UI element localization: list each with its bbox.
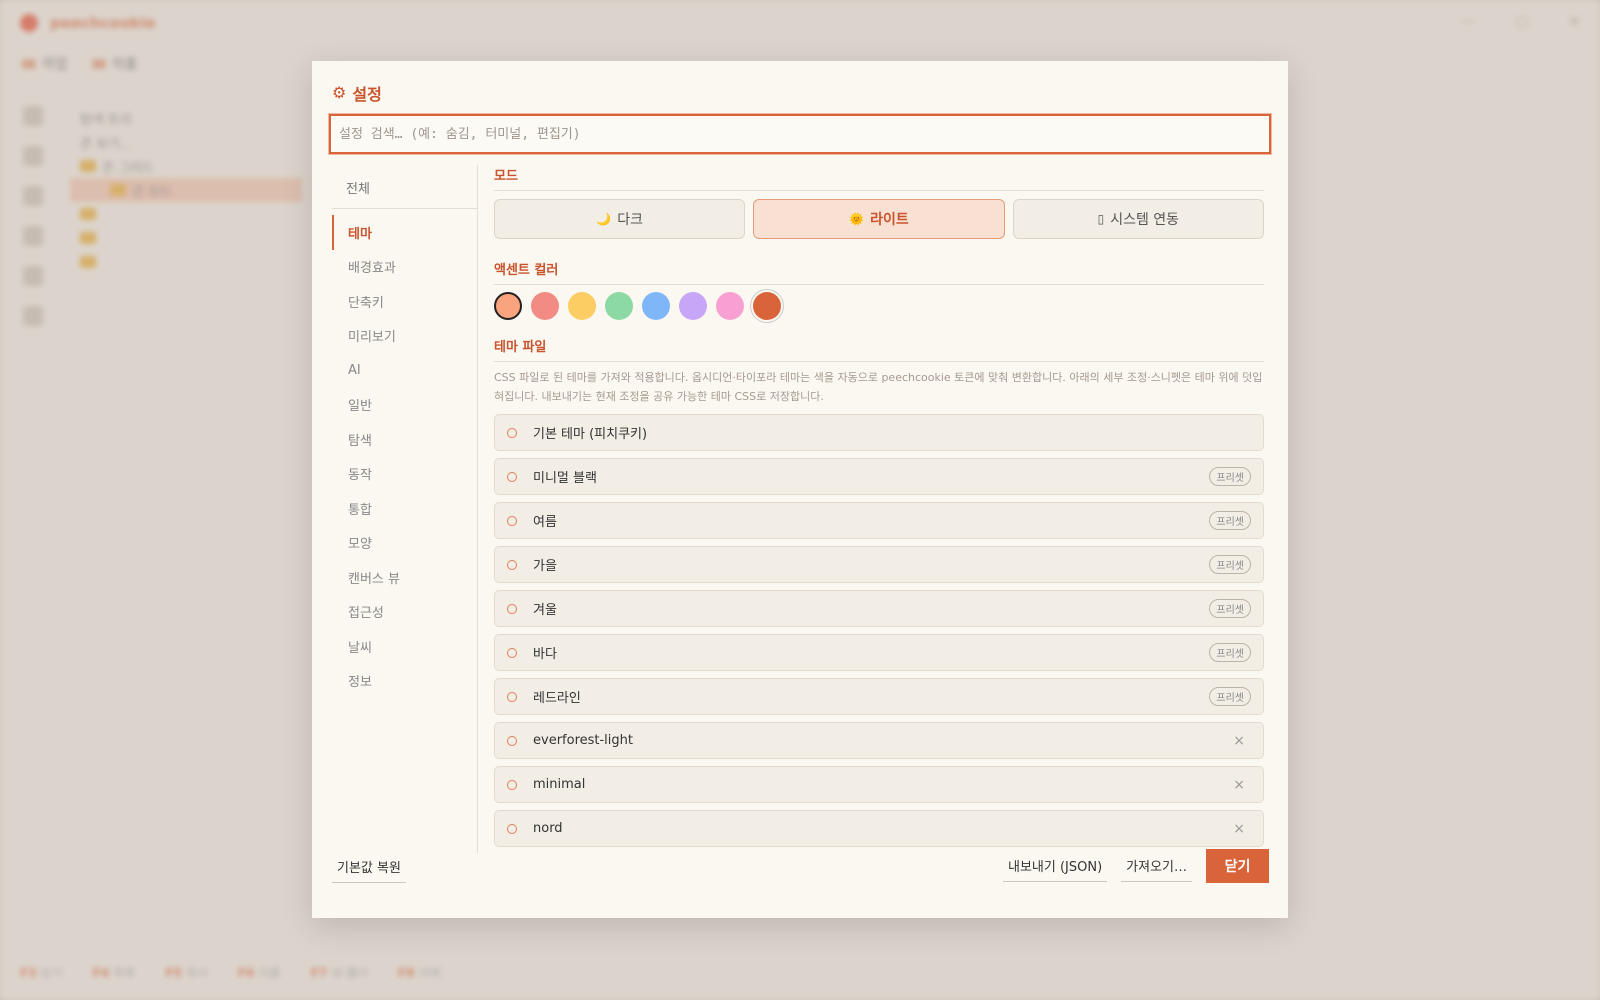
theme-name: 겨울 bbox=[533, 603, 557, 618]
mode-button[interactable]: ▯ 시스템 연동 bbox=[1012, 199, 1264, 239]
nav-divider bbox=[477, 165, 478, 853]
preset-badge: 프리셋 bbox=[1209, 687, 1251, 706]
preset-badge: 프리셋 bbox=[1209, 643, 1251, 662]
theme-item[interactable]: 기본 테마 (피치쿠키) bbox=[494, 414, 1264, 451]
nav-item[interactable]: 미리보기 bbox=[332, 319, 478, 354]
radio-icon[interactable] bbox=[507, 559, 517, 570]
nav-item[interactable]: AI bbox=[332, 353, 478, 388]
radio-icon[interactable] bbox=[507, 779, 517, 790]
sun-icon: 🌞 bbox=[849, 212, 865, 226]
theme-file-section-title: 테마 파일 bbox=[494, 336, 1264, 362]
nav-item[interactable]: 탐색 bbox=[332, 422, 478, 457]
theme-name: 바다 bbox=[533, 647, 557, 662]
accent-swatch-custom[interactable] bbox=[753, 292, 781, 320]
theme-name: nord bbox=[533, 821, 563, 836]
radio-icon[interactable] bbox=[507, 823, 517, 834]
nav-item[interactable]: 동작 bbox=[332, 457, 478, 492]
import-button[interactable]: 가져오기… bbox=[1121, 850, 1192, 882]
preset-badge: 프리셋 bbox=[1209, 599, 1251, 618]
theme-item[interactable]: minimal × bbox=[494, 766, 1264, 803]
dialog-title: ⚙ 설정 bbox=[332, 81, 382, 105]
theme-name: minimal bbox=[533, 777, 586, 792]
theme-item[interactable]: 레드라인 프리셋 bbox=[494, 678, 1264, 715]
theme-name: 가을 bbox=[533, 559, 557, 574]
moon-icon: 🌙 bbox=[596, 212, 612, 226]
theme-name: 여름 bbox=[533, 515, 557, 530]
accent-swatch[interactable] bbox=[568, 292, 596, 320]
nav-item[interactable]: 캔버스 뷰 bbox=[332, 560, 478, 595]
theme-file-description: CSS 파일로 된 테마를 가져와 적용합니다. 옵시디언·타이포라 테마는 색… bbox=[494, 371, 1263, 403]
accent-section: 액센트 컬러 bbox=[494, 259, 1264, 320]
nav-item[interactable]: 정보 bbox=[332, 664, 478, 699]
accent-swatch[interactable] bbox=[605, 292, 633, 320]
accent-swatches bbox=[494, 292, 1264, 320]
radio-icon[interactable] bbox=[507, 427, 517, 438]
preset-badge: 프리셋 bbox=[1209, 511, 1251, 530]
theme-name: 기본 테마 (피치쿠키) bbox=[533, 427, 648, 442]
radio-icon[interactable] bbox=[507, 735, 517, 746]
nav-item[interactable]: 일반 bbox=[332, 388, 478, 423]
theme-name: 미니멀 블랙 bbox=[533, 471, 597, 486]
mode-options: 🌙 다크 🌞 라이트 ▯ 시스템 연동 bbox=[494, 199, 1264, 239]
monitor-icon: ▯ bbox=[1097, 212, 1105, 226]
mode-button-label: 시스템 연동 bbox=[1110, 212, 1180, 228]
preset-badge: 프리셋 bbox=[1209, 555, 1251, 574]
theme-name: 레드라인 bbox=[533, 691, 581, 706]
accent-swatch[interactable] bbox=[642, 292, 670, 320]
nav-item[interactable]: 접근성 bbox=[332, 595, 478, 630]
nav-item-all[interactable]: 전체 bbox=[332, 167, 478, 209]
accent-swatch[interactable] bbox=[494, 292, 522, 320]
theme-name: everforest-light bbox=[533, 733, 633, 748]
accent-swatch[interactable] bbox=[531, 292, 559, 320]
footer-right: 내보내기 (JSON) 가져오기… 닫기 bbox=[1002, 849, 1269, 883]
remove-theme-icon[interactable]: × bbox=[1227, 733, 1251, 749]
preset-badge: 프리셋 bbox=[1209, 467, 1251, 486]
theme-item[interactable]: nord × bbox=[494, 810, 1264, 847]
theme-item[interactable]: 가을 프리셋 bbox=[494, 546, 1264, 583]
radio-icon[interactable] bbox=[507, 603, 517, 614]
theme-item[interactable]: everforest-light × bbox=[494, 722, 1264, 759]
theme-item[interactable]: 미니멀 블랙 프리셋 bbox=[494, 458, 1264, 495]
nav-item[interactable]: 통합 bbox=[332, 491, 478, 526]
theme-item[interactable]: 바다 프리셋 bbox=[494, 634, 1264, 671]
remove-theme-icon[interactable]: × bbox=[1227, 777, 1251, 793]
theme-item[interactable]: 여름 프리셋 bbox=[494, 502, 1264, 539]
settings-search-input[interactable] bbox=[329, 114, 1271, 154]
remove-theme-icon[interactable]: × bbox=[1227, 821, 1251, 837]
nav-item[interactable]: 모양 bbox=[332, 526, 478, 561]
settings-nav: 전체 테마 배경효과 단축키 미리보기 AI 일반 탐색 동작 통합 모양 캔버스 뷰 접근성 날씨 정보 bbox=[332, 167, 478, 698]
radio-icon[interactable] bbox=[507, 647, 517, 658]
mode-section-title: 모드 bbox=[494, 165, 1264, 191]
radio-icon[interactable] bbox=[507, 471, 517, 482]
close-button[interactable]: 닫기 bbox=[1206, 849, 1269, 883]
dialog-title-text: 설정 bbox=[352, 85, 382, 104]
settings-content: 모드 🌙 다크 🌞 라이트 ▯ 시스템 연동 액센트 컬러 테마 파일 CSS 파일로 된… bbox=[494, 165, 1264, 853]
radio-icon[interactable] bbox=[507, 691, 517, 702]
mode-button-label: 다크 bbox=[617, 212, 644, 228]
mode-button[interactable]: 🌞 라이트 bbox=[753, 199, 1005, 239]
gear-icon: ⚙ bbox=[332, 83, 347, 102]
reset-defaults-button[interactable]: 기본값 복원 bbox=[332, 851, 406, 883]
accent-section-title: 액센트 컬러 bbox=[494, 259, 1264, 285]
nav-item[interactable]: 배경효과 bbox=[332, 250, 478, 285]
nav-item[interactable]: 단축키 bbox=[332, 284, 478, 319]
settings-dialog: ⚙ 설정 전체 테마배경효과단축키미리보기AI일반탐색동작통합모양캔버스 뷰접근… bbox=[312, 61, 1288, 918]
mode-button[interactable]: 🌙 다크 bbox=[494, 199, 746, 239]
accent-swatch[interactable] bbox=[716, 292, 744, 320]
nav-item[interactable]: 날씨 bbox=[332, 629, 478, 664]
theme-file-section: 테마 파일 CSS 파일로 된 테마를 가져와 적용합니다. 옵시디언·타이포라… bbox=[494, 336, 1264, 847]
theme-list: 기본 테마 (피치쿠키) 미니멀 블랙 프리셋 여름 프리셋 가을 프리셋 겨울 프리셋 바다 프리… bbox=[494, 414, 1264, 847]
accent-swatch[interactable] bbox=[679, 292, 707, 320]
nav-item[interactable]: 테마 bbox=[332, 215, 478, 250]
mode-section: 모드 🌙 다크 🌞 라이트 ▯ 시스템 연동 bbox=[494, 165, 1264, 239]
theme-item[interactable]: 겨울 프리셋 bbox=[494, 590, 1264, 627]
radio-icon[interactable] bbox=[507, 515, 517, 526]
mode-button-label: 라이트 bbox=[870, 212, 909, 228]
footer-left: 기본값 복원 bbox=[332, 851, 406, 883]
export-json-button[interactable]: 내보내기 (JSON) bbox=[1002, 850, 1108, 882]
nav-list: 테마 배경효과 단축키 미리보기 AI 일반 탐색 동작 통합 모양 캔버스 뷰 접근성 날씨 정보 bbox=[332, 215, 478, 698]
